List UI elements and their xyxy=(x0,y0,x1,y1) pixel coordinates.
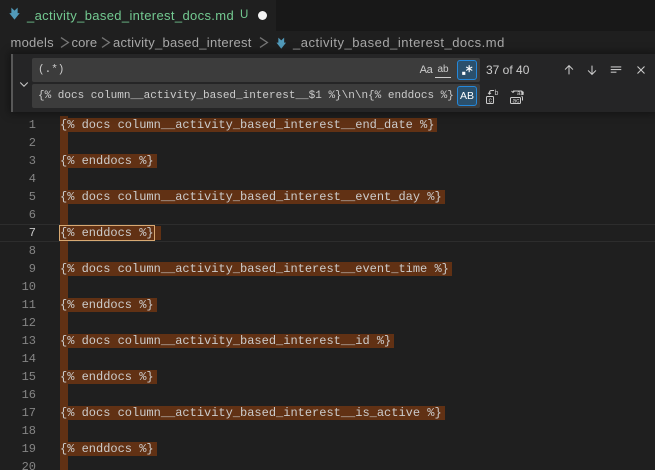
svg-text:b: b xyxy=(495,90,499,97)
svg-text:c: c xyxy=(489,97,493,104)
svg-text:ab: ab xyxy=(517,89,525,96)
svg-text:ac: ac xyxy=(512,97,520,104)
